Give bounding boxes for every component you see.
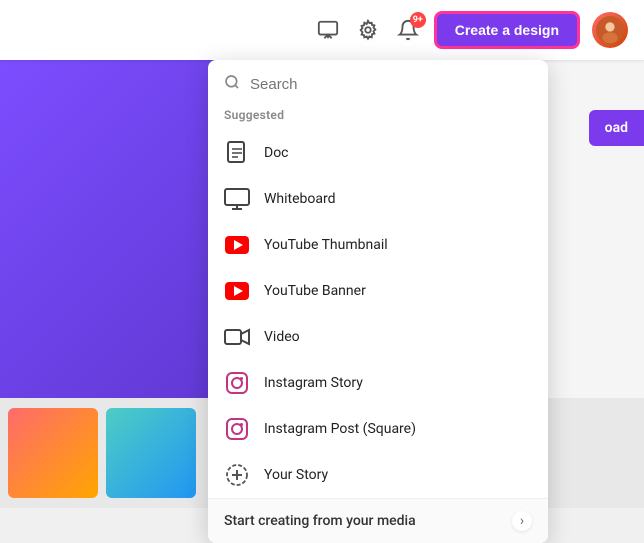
menu-item-whiteboard[interactable]: Whiteboard — [208, 176, 548, 222]
load-button[interactable]: oad — [589, 110, 644, 146]
thumbnail-2[interactable] — [106, 408, 196, 498]
notification-icon[interactable]: 9+ — [394, 16, 422, 44]
your-story-label: Your Story — [264, 467, 328, 483]
menu-item-your-story[interactable]: Your Story — [208, 452, 548, 498]
start-creating-label: Start creating from your media — [224, 513, 502, 529]
your-story-icon — [224, 462, 250, 488]
instagram-post-label: Instagram Post (Square) — [264, 421, 416, 437]
search-input[interactable] — [250, 76, 532, 93]
whiteboard-label: Whiteboard — [264, 191, 336, 207]
create-design-button[interactable]: Create a design — [434, 11, 580, 49]
video-icon — [224, 324, 250, 350]
header: 9+ Create a design — [0, 0, 644, 60]
menu-item-doc[interactable]: Doc — [208, 130, 548, 176]
settings-icon[interactable] — [354, 16, 382, 44]
instagram-story-label: Instagram Story — [264, 375, 363, 391]
search-icon — [224, 74, 240, 94]
start-creating-row[interactable]: Start creating from your media › — [208, 498, 548, 543]
thumbnail-1[interactable] — [8, 408, 98, 498]
menu-item-instagram-story[interactable]: Instagram Story — [208, 360, 548, 406]
suggested-label: Suggested — [208, 104, 548, 130]
doc-icon — [224, 140, 250, 166]
menu-item-youtube-thumbnail[interactable]: YouTube Thumbnail — [208, 222, 548, 268]
whiteboard-icon — [224, 186, 250, 212]
instagram-post-icon — [224, 416, 250, 442]
menu-item-youtube-banner[interactable]: YouTube Banner — [208, 268, 548, 314]
instagram-story-icon — [224, 370, 250, 396]
dropdown-panel: Suggested Doc Whiteboard YouTube — [208, 60, 548, 543]
chevron-right-icon: › — [512, 511, 532, 531]
monitor-icon[interactable] — [314, 16, 342, 44]
menu-item-video[interactable]: Video — [208, 314, 548, 360]
notification-badge: 9+ — [410, 12, 426, 28]
video-label: Video — [264, 329, 300, 345]
menu-item-instagram-post[interactable]: Instagram Post (Square) — [208, 406, 548, 452]
youtube-banner-label: YouTube Banner — [264, 283, 366, 299]
youtube-thumbnail-icon — [224, 232, 250, 258]
youtube-banner-icon — [224, 278, 250, 304]
youtube-thumbnail-label: YouTube Thumbnail — [264, 237, 388, 253]
search-area — [208, 60, 548, 104]
doc-label: Doc — [264, 145, 289, 161]
avatar[interactable] — [592, 12, 628, 48]
